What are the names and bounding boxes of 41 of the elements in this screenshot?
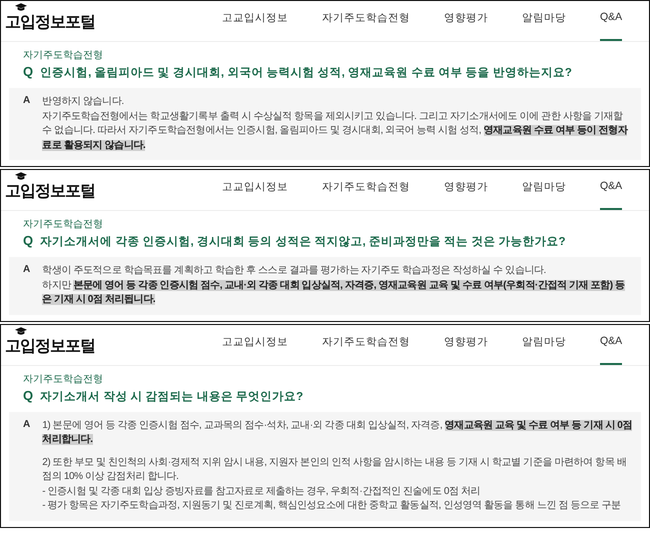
answer-text: - 인증시험 및 각종 대회 입상 증빙자료를 참고자료로 제출하는 경우, 우회적·간접적인 진술에도 0점 처리 bbox=[42, 484, 482, 498]
answer-mark: A bbox=[23, 95, 30, 108]
nav-tab[interactable]: 영향평가 bbox=[444, 11, 488, 41]
answer-text: 학생이 주도적으로 학습목표를 계획하고 학습한 후 스스로 결과를 평가하는 자기주도 학습과정은 작성하실 수 있습니다. bbox=[42, 264, 547, 278]
nav-tab[interactable]: 영향평가 bbox=[444, 334, 488, 364]
question-mark: Q bbox=[23, 388, 34, 402]
nav-tab[interactable]: 고교입시정보 bbox=[222, 180, 288, 210]
answer-text: 반영하지 않습니다. bbox=[42, 95, 125, 109]
category-label: 자기주도학습전형 bbox=[23, 218, 104, 231]
category-label: 자기주도학습전형 bbox=[23, 49, 104, 62]
nav-tab[interactable]: 자기주도학습전형 bbox=[322, 11, 410, 41]
question-text: 인증시험, 올림피아드 및 경시대회, 외국어 능력시험 성적, 영재교육원 수료 여부 등을 반영하는지요? bbox=[40, 66, 572, 80]
category-label: 자기주도학습전형 bbox=[23, 372, 104, 386]
graduation-cap-icon bbox=[15, 172, 27, 181]
nav-tab[interactable]: 고교입시정보 bbox=[222, 11, 288, 41]
answer-text: - 평가 항목은 자기주도학습과정, 지원동기 및 진로계획, 핵심인성요소에 대한 중학교 활동실적, 인성영역 활동을 통해 느낀 점 등으로 구분 bbox=[42, 499, 622, 513]
graduation-cap-icon bbox=[15, 326, 27, 336]
site-logo[interactable]: 고입정보포털 bbox=[5, 12, 95, 33]
nav-tab[interactable]: 고교입시정보 bbox=[222, 334, 288, 364]
answer-text: 하지만 본문에 영어 등 각종 인증시험 점수, 교내·외 각종 대회 입상실적, 자격증, 영재교육원 교육 및 수료 여부(우회적·간접적 기재 포함) 등은 기재 시 0점 처리됩니다. bbox=[42, 278, 626, 307]
question-text: 자기소개서에 각종 인증시험, 경시대회 등의 성적은 적지않고, 준비과정만을 적는 것은 가능한가요? bbox=[40, 235, 566, 249]
nav-tab[interactable]: 자기주도학습전형 bbox=[322, 180, 410, 210]
question-mark: Q bbox=[23, 233, 34, 248]
site-logo[interactable]: 고입정보포털 bbox=[5, 336, 95, 356]
answer-text: 자기주도학습전형에서는 학교생활기록부 출력 시 수상실적 항목을 제외시키고 있습니다. 그리고 자기소개서에도 이에 관한 사항을 기재할 수 없습니다. 따라서 자기주도학습전형에서는 인증시험, 올림피아드 및 경시대회, 외국어 능력 시험 성적, 영재교육원 수료 여부 등이 전형자료로 활용되지 않습니다. bbox=[42, 110, 629, 152]
answer-mark: A bbox=[23, 264, 30, 277]
nav-tab[interactable]: 영향평가 bbox=[444, 180, 488, 210]
graduation-cap-icon bbox=[15, 3, 27, 12]
question-mark: Q bbox=[23, 64, 34, 79]
nav-tab[interactable]: 알림마당 bbox=[522, 180, 566, 210]
nav-tab[interactable]: 알림마당 bbox=[522, 11, 566, 41]
nav-tab[interactable]: 자기주도학습전형 bbox=[322, 334, 410, 364]
nav-tab[interactable]: 알림마당 bbox=[522, 334, 566, 364]
site-logo[interactable]: 고입정보포털 bbox=[5, 181, 95, 202]
nav-tab[interactable]: Q&A bbox=[600, 180, 622, 210]
nav-tab[interactable]: Q&A bbox=[600, 11, 622, 41]
question-text: 자기소개서 작성 시 감점되는 내용은 무엇인가요? bbox=[40, 390, 304, 404]
answer-text: 2) 또한 부모 및 친인척의 사회·경제적 지위 암시 내용, 지원자 본인의 인적 사항을 암시하는 내용 등 기재 시 학교별 기준을 마련하여 항목 배점의 10% 이상 감점처리 합니다. bbox=[42, 456, 628, 484]
answer-text: 1) 본문에 영어 등 각종 인증시험 점수, 교과목의 점수·석차, 교내·외 각종 대회 입상실적, 자격증, 영재교육원 교육 및 수료 여부 등 기재 시 0점 처리합니다. bbox=[42, 418, 633, 447]
nav-tab[interactable]: Q&A bbox=[600, 334, 622, 364]
answer-mark: A bbox=[23, 418, 30, 432]
